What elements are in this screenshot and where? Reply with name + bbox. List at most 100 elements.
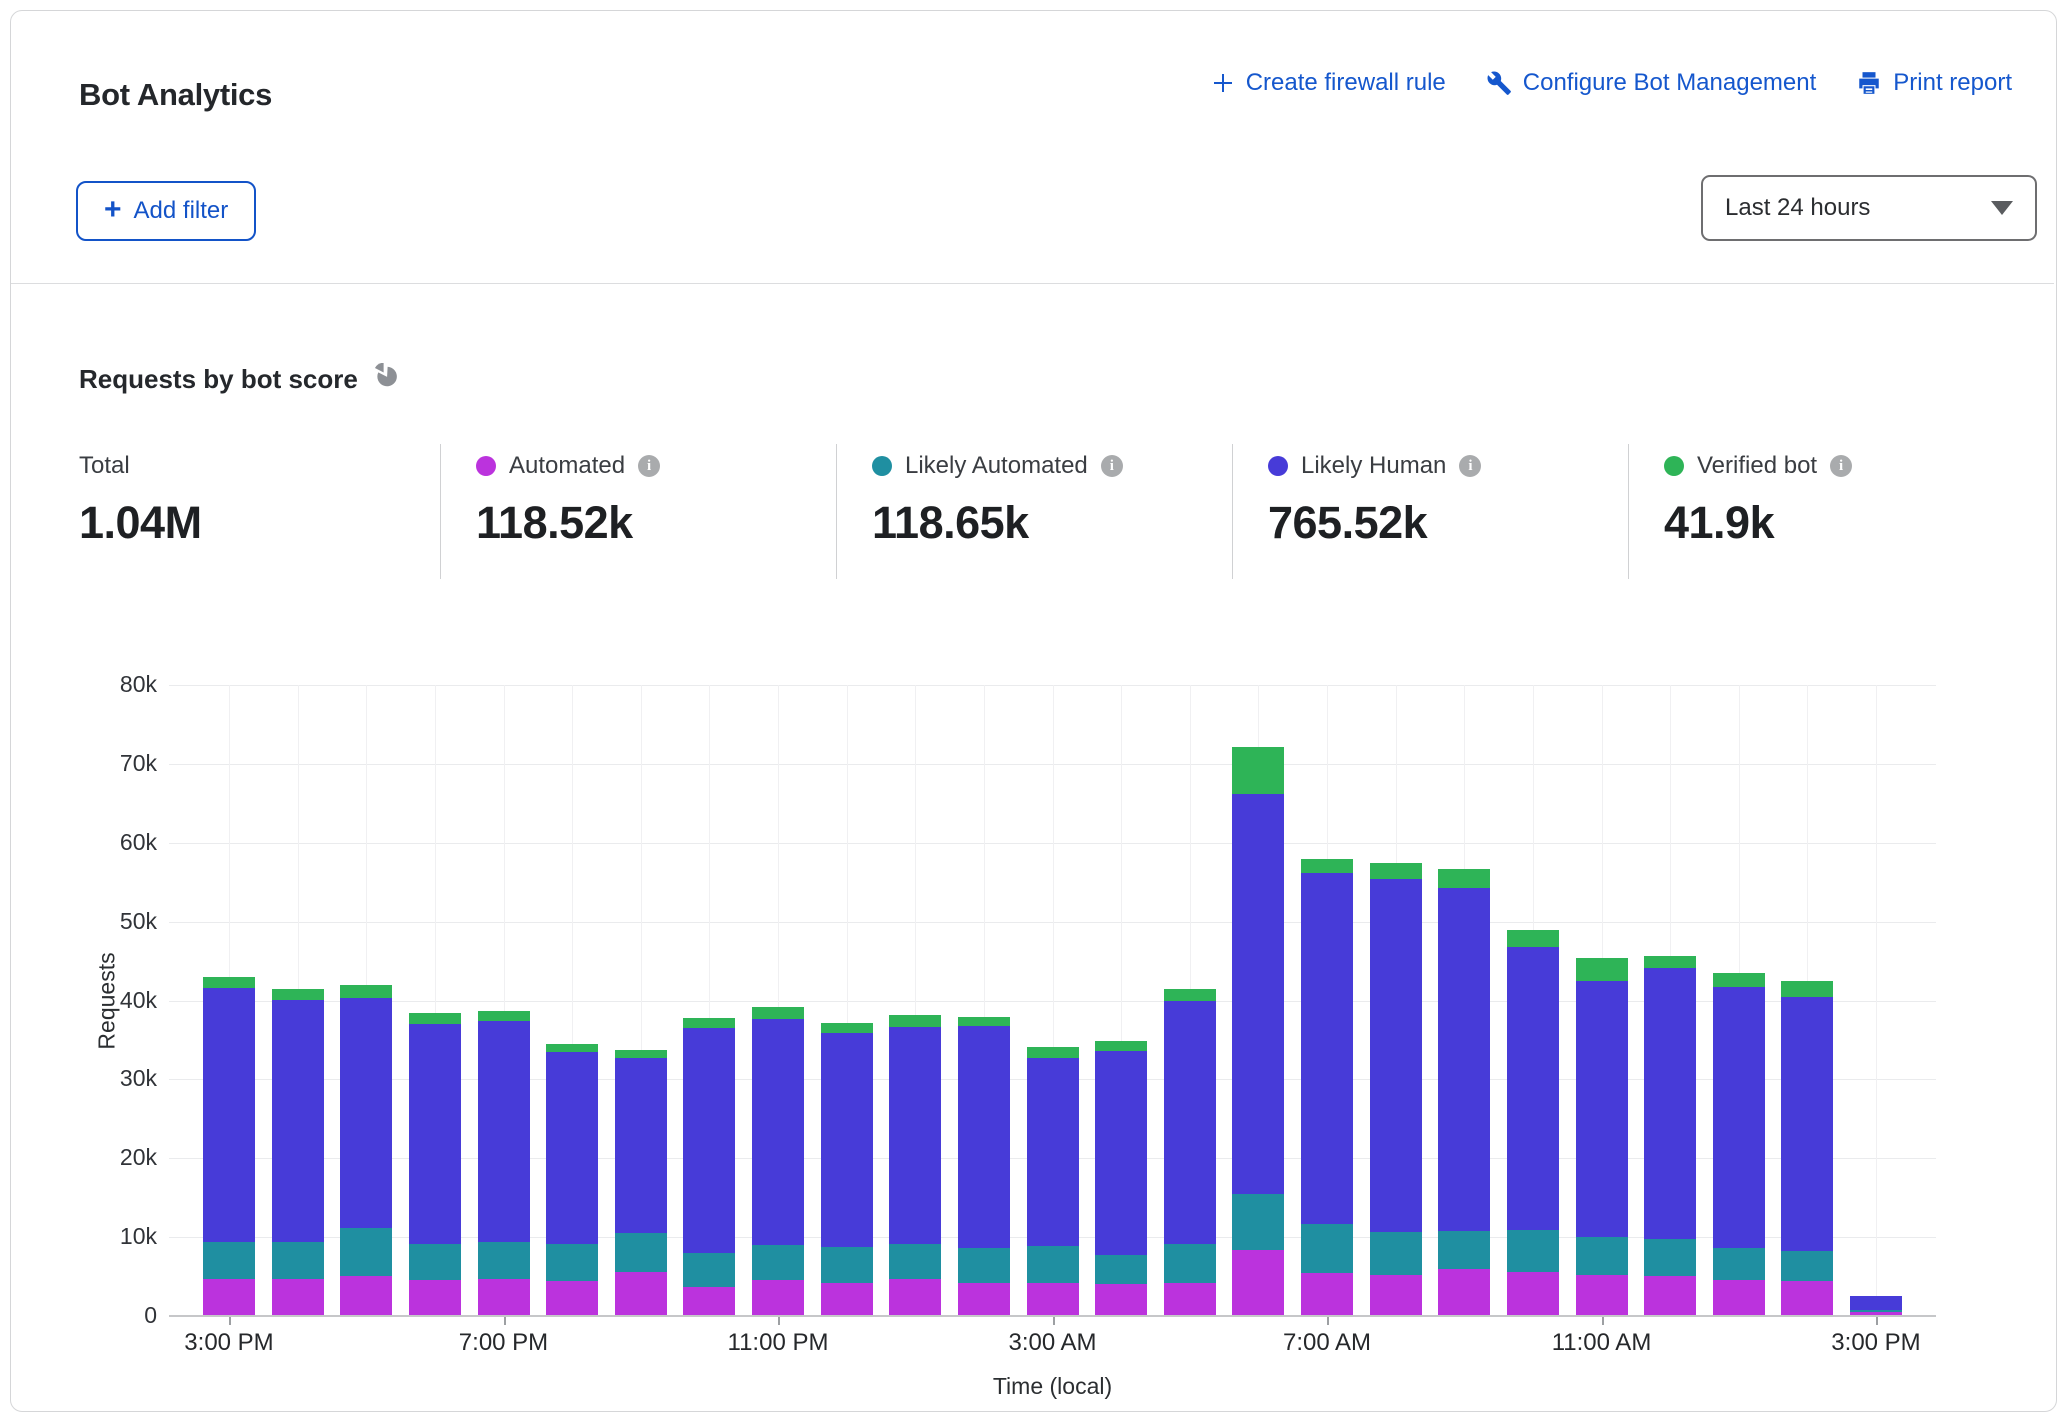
segment-likely-automated xyxy=(272,1242,324,1279)
header-actions: Create firewall rule Configure Bot Manag… xyxy=(1211,69,2012,97)
stat-divider xyxy=(836,444,837,579)
stat-total: Total 1.04M xyxy=(79,451,202,549)
segment-automated xyxy=(683,1287,735,1315)
segment-verified-bot xyxy=(1027,1047,1079,1058)
bar-1000am[interactable] xyxy=(1507,930,1559,1315)
likely-human-legend-dot xyxy=(1268,456,1288,476)
bar-700pm[interactable] xyxy=(478,1011,530,1315)
bar-1200am[interactable] xyxy=(821,1023,873,1315)
section-title-text: Requests by bot score xyxy=(79,364,358,395)
bar-200am[interactable] xyxy=(958,1017,1010,1315)
stat-automated-label: Automated xyxy=(509,452,625,480)
segment-automated xyxy=(478,1279,530,1315)
configure-bot-management-link[interactable]: Configure Bot Management xyxy=(1486,69,1817,97)
info-icon[interactable]: i xyxy=(1459,455,1481,477)
info-icon[interactable]: i xyxy=(1101,455,1123,477)
segment-likely-automated xyxy=(683,1253,735,1287)
bar-500am[interactable] xyxy=(1164,989,1216,1315)
wrench-icon xyxy=(1486,70,1512,96)
bar-800am[interactable] xyxy=(1370,863,1422,1315)
y-tick-label: 60k xyxy=(69,829,157,856)
segment-likely-automated xyxy=(1301,1224,1353,1273)
segment-likely-human xyxy=(1438,888,1490,1232)
x-tick-label: 11:00 PM xyxy=(688,1329,868,1357)
segment-verified-bot xyxy=(1370,863,1422,879)
segment-likely-human xyxy=(1850,1296,1902,1310)
time-range-select[interactable]: Last 24 hours xyxy=(1701,175,2037,241)
bar-1200pm[interactable] xyxy=(1644,956,1696,1315)
segment-likely-automated xyxy=(203,1242,255,1278)
stat-likely-automated: Likely Automated i 118.65k xyxy=(872,451,1123,549)
pie-chart-icon xyxy=(373,363,399,396)
segment-likely-human xyxy=(1644,968,1696,1239)
stat-verified-bot-label: Verified bot xyxy=(1697,452,1817,480)
segment-likely-human xyxy=(1370,879,1422,1232)
bar-1000pm[interactable] xyxy=(683,1018,735,1315)
stat-total-label: Total xyxy=(79,452,130,480)
x-axis-title: Time (local) xyxy=(903,1373,1203,1400)
segment-likely-human xyxy=(821,1033,873,1248)
bar-900am[interactable] xyxy=(1438,869,1490,1315)
segment-likely-automated xyxy=(1027,1246,1079,1283)
stat-divider xyxy=(1232,444,1233,579)
segment-likely-human xyxy=(340,998,392,1228)
segment-automated xyxy=(1438,1269,1490,1315)
print-report-link[interactable]: Print report xyxy=(1856,69,2012,97)
time-range-value: Last 24 hours xyxy=(1725,194,1870,222)
segment-verified-bot xyxy=(340,985,392,998)
segment-likely-human xyxy=(958,1026,1010,1248)
bar-300am[interactable] xyxy=(1027,1047,1079,1315)
segment-likely-automated xyxy=(615,1233,667,1272)
segment-likely-automated xyxy=(1644,1239,1696,1276)
x-tick-mark xyxy=(1053,1317,1055,1325)
x-tick-label: 7:00 PM xyxy=(414,1329,594,1357)
bar-200pm[interactable] xyxy=(1781,981,1833,1315)
configure-bot-management-label: Configure Bot Management xyxy=(1523,69,1817,97)
bar-100pm[interactable] xyxy=(1713,973,1765,1315)
segment-verified-bot xyxy=(409,1013,461,1024)
segment-automated xyxy=(203,1279,255,1315)
segment-verified-bot xyxy=(1507,930,1559,947)
gridline-v xyxy=(1876,685,1877,1316)
y-tick-label: 0 xyxy=(69,1302,157,1329)
bar-100am[interactable] xyxy=(889,1015,941,1315)
segment-likely-human xyxy=(1781,997,1833,1251)
bar-300pm[interactable] xyxy=(203,977,255,1315)
bar-300pm[interactable] xyxy=(1850,1296,1902,1315)
x-tick-mark xyxy=(1602,1317,1604,1325)
segment-verified-bot xyxy=(1301,859,1353,873)
bar-600am[interactable] xyxy=(1232,747,1284,1315)
segment-likely-human xyxy=(409,1024,461,1244)
bar-1100pm[interactable] xyxy=(752,1007,804,1315)
segment-automated xyxy=(821,1283,873,1315)
segment-likely-automated xyxy=(546,1244,598,1281)
bar-600pm[interactable] xyxy=(409,1013,461,1315)
y-tick-label: 20k xyxy=(69,1144,157,1171)
x-tick-mark xyxy=(229,1317,231,1325)
create-firewall-rule-link[interactable]: Create firewall rule xyxy=(1211,69,1446,97)
bar-700am[interactable] xyxy=(1301,859,1353,1315)
stat-verified-bot-value: 41.9k xyxy=(1664,497,1852,549)
segment-automated xyxy=(615,1272,667,1315)
x-tick-label: 3:00 AM xyxy=(963,1329,1143,1357)
x-tick-mark xyxy=(778,1317,780,1325)
segment-verified-bot xyxy=(1576,958,1628,982)
segment-likely-automated xyxy=(752,1245,804,1280)
segment-likely-human xyxy=(1507,947,1559,1229)
bar-400pm[interactable] xyxy=(272,989,324,1315)
segment-likely-automated xyxy=(1164,1244,1216,1283)
automated-legend-dot xyxy=(476,456,496,476)
stat-verified-bot: Verified bot i 41.9k xyxy=(1664,451,1852,549)
bar-500pm[interactable] xyxy=(340,985,392,1315)
segment-automated xyxy=(1507,1272,1559,1315)
plot-area xyxy=(169,685,1936,1316)
bar-900pm[interactable] xyxy=(615,1050,667,1315)
info-icon[interactable]: i xyxy=(1830,455,1852,477)
bar-1100am[interactable] xyxy=(1576,958,1628,1315)
segment-verified-bot xyxy=(1713,973,1765,986)
add-filter-button[interactable]: + Add filter xyxy=(76,181,256,241)
bar-400am[interactable] xyxy=(1095,1041,1147,1315)
info-icon[interactable]: i xyxy=(638,455,660,477)
bar-800pm[interactable] xyxy=(546,1044,598,1315)
segment-verified-bot xyxy=(889,1015,941,1027)
